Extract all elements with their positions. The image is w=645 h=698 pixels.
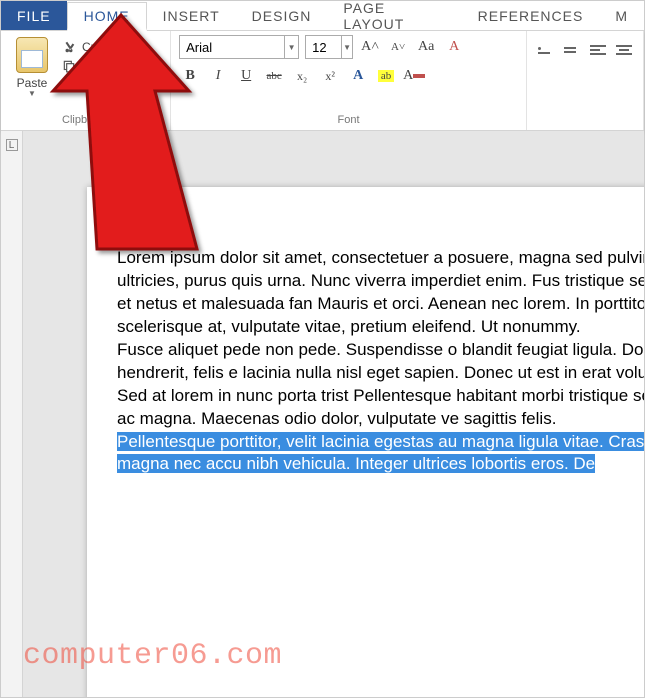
copy-button[interactable]: Copy <box>61 58 117 74</box>
font-name-input[interactable] <box>180 40 284 55</box>
font-size-combo[interactable]: ▼ <box>305 35 353 59</box>
paste-icon <box>16 37 48 73</box>
copy-icon <box>61 58 77 74</box>
superscript-button[interactable]: x² <box>319 65 341 87</box>
paste-label: Paste <box>17 76 48 90</box>
chevron-down-icon[interactable]: ▼ <box>28 89 36 98</box>
font-color-label: A <box>403 68 413 84</box>
change-case-button[interactable]: Aa <box>415 36 437 58</box>
document-canvas[interactable]: Lorem ipsum dolor sit amet, consectetuer… <box>23 131 644 697</box>
highlight-label: ab <box>378 70 394 82</box>
group-font: ▼ ▼ A˄ A˅ Aa A B I U abc x₂ x² A <box>171 31 527 130</box>
align-left-button[interactable] <box>587 39 609 61</box>
chevron-down-icon[interactable]: ▼ <box>341 36 352 58</box>
font-group-title: Font <box>179 112 518 128</box>
document-paragraph[interactable]: Pellentesque porttitor, velit lacinia eg… <box>117 431 644 477</box>
paintbrush-icon <box>61 77 77 93</box>
group-clipboard: Paste ▼ Cut Copy <box>1 31 171 130</box>
paste-button[interactable]: Paste ▼ <box>9 35 55 112</box>
paragraph-group-title <box>535 124 635 128</box>
cut-label: Cut <box>82 40 101 54</box>
clear-formatting-button[interactable]: A <box>443 36 465 58</box>
subscript-button[interactable]: x₂ <box>291 65 313 87</box>
tab-references[interactable]: REFERENCES <box>462 1 600 30</box>
tab-page-layout[interactable]: PAGE LAYOUT <box>327 1 461 30</box>
ribbon: Paste ▼ Cut Copy <box>1 31 644 131</box>
tab-home[interactable]: HOME <box>67 2 147 31</box>
tab-marker-icon[interactable]: L <box>6 139 18 151</box>
tab-design[interactable]: DESIGN <box>236 1 328 30</box>
format-painter-button[interactable]: Forma <box>61 77 117 93</box>
tab-mailings[interactable]: M <box>599 1 644 30</box>
clipboard-group-title: Clipboard <box>9 112 162 128</box>
strikethrough-button[interactable]: abc <box>263 65 285 87</box>
scissors-icon <box>61 39 77 55</box>
font-color-button[interactable]: A <box>403 65 425 87</box>
highlight-button[interactable]: ab <box>375 65 397 87</box>
numbering-button[interactable] <box>561 39 583 61</box>
content-area: L Lorem ipsum dolor sit amet, consectetu… <box>1 131 644 697</box>
bullets-button[interactable] <box>535 39 557 61</box>
chevron-down-icon[interactable]: ▼ <box>284 36 298 58</box>
document-paragraph[interactable]: Lorem ipsum dolor sit amet, consectetuer… <box>117 247 644 339</box>
font-name-combo[interactable]: ▼ <box>179 35 299 59</box>
document-paragraph[interactable]: Fusce aliquet pede non pede. Suspendisse… <box>117 339 644 431</box>
cut-button[interactable]: Cut <box>61 39 117 55</box>
decrease-font-button[interactable]: A˅ <box>387 36 409 58</box>
selected-text[interactable]: Pellentesque porttitor, velit lacinia eg… <box>117 432 644 474</box>
bold-button[interactable]: B <box>179 65 201 87</box>
align-center-button[interactable] <box>613 39 635 61</box>
tab-insert[interactable]: INSERT <box>147 1 236 30</box>
format-painter-label: Forma <box>82 78 117 92</box>
font-size-input[interactable] <box>306 40 341 55</box>
text-effects-button[interactable]: A <box>347 65 369 87</box>
navigation-sidebar: L <box>1 131 23 697</box>
document-page[interactable]: Lorem ipsum dolor sit amet, consectetuer… <box>87 187 644 697</box>
group-paragraph <box>527 31 644 130</box>
increase-font-button[interactable]: A˄ <box>359 36 381 58</box>
font-color-swatch <box>413 74 425 78</box>
tab-file[interactable]: FILE <box>1 1 67 30</box>
underline-button[interactable]: U <box>235 65 257 87</box>
italic-button[interactable]: I <box>207 65 229 87</box>
copy-label: Copy <box>82 59 110 73</box>
ribbon-tabs: FILE HOME INSERT DESIGN PAGE LAYOUT REFE… <box>1 1 644 31</box>
